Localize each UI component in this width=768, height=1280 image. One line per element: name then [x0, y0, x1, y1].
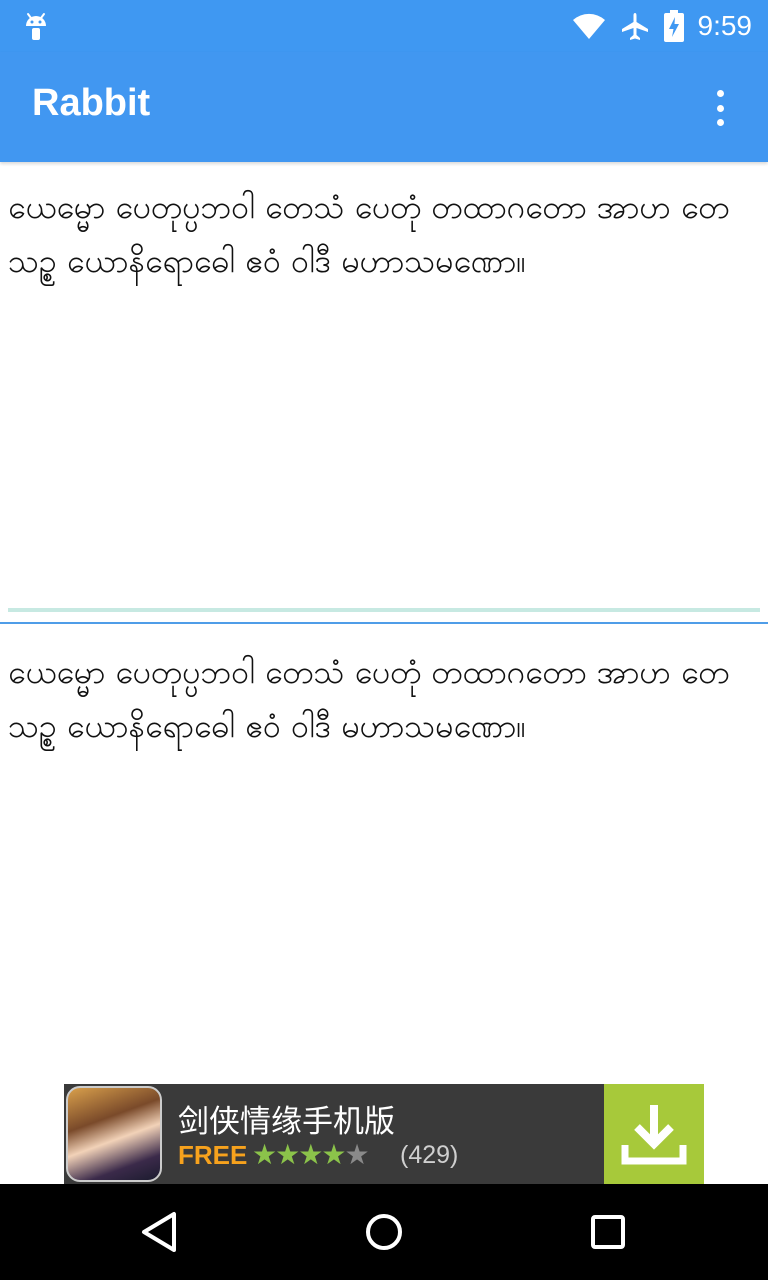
star-filled-icon: ★	[298, 1138, 323, 1171]
ad-review-count: (429)	[400, 1141, 459, 1169]
battery-charging-icon	[663, 10, 684, 42]
download-icon	[621, 1105, 687, 1165]
text-display-top[interactable]: ယေမ္မော ပေတုပ္ပဘဝါ တေသံ ပေတုံ တထာဂတော အာ…	[0, 180, 768, 600]
wifi-icon	[572, 13, 605, 40]
home-icon[interactable]	[360, 1208, 408, 1256]
star-filled-icon: ★	[275, 1138, 300, 1171]
app-bar: Rabbit	[0, 52, 768, 162]
download-button[interactable]	[604, 1084, 704, 1184]
recents-icon[interactable]	[584, 1208, 632, 1256]
ad-banner[interactable]: 剑侠情缘手机版 FREE ★★★★★ (429)	[64, 1084, 704, 1184]
divider-teal	[8, 608, 760, 612]
overflow-menu-icon[interactable]	[708, 88, 732, 128]
ad-title[interactable]: 剑侠情缘手机版	[178, 1096, 395, 1141]
status-time: 9:59	[697, 10, 753, 41]
app-title: Rabbit	[32, 82, 151, 124]
navigation-bar	[0, 1184, 768, 1280]
airplane-icon	[621, 13, 648, 40]
star-filled-icon: ★	[321, 1138, 346, 1171]
divider-blue	[0, 622, 768, 624]
ad-rating-stars: ★★★★★	[252, 1138, 370, 1171]
text-display-bottom[interactable]: ယေမ္မော ပေတုပ္ပဘဝါ တေသံ ပေတုံ တထာဂတော အာ…	[0, 645, 768, 1065]
ad-free-label: FREE	[178, 1140, 248, 1170]
ad-game-image[interactable]	[66, 1086, 162, 1182]
star-empty-icon: ★	[344, 1138, 369, 1171]
status-bar: 9:59	[0, 0, 768, 52]
star-filled-icon: ★	[252, 1138, 277, 1171]
back-icon[interactable]	[136, 1208, 184, 1256]
android-icon	[26, 13, 46, 40]
